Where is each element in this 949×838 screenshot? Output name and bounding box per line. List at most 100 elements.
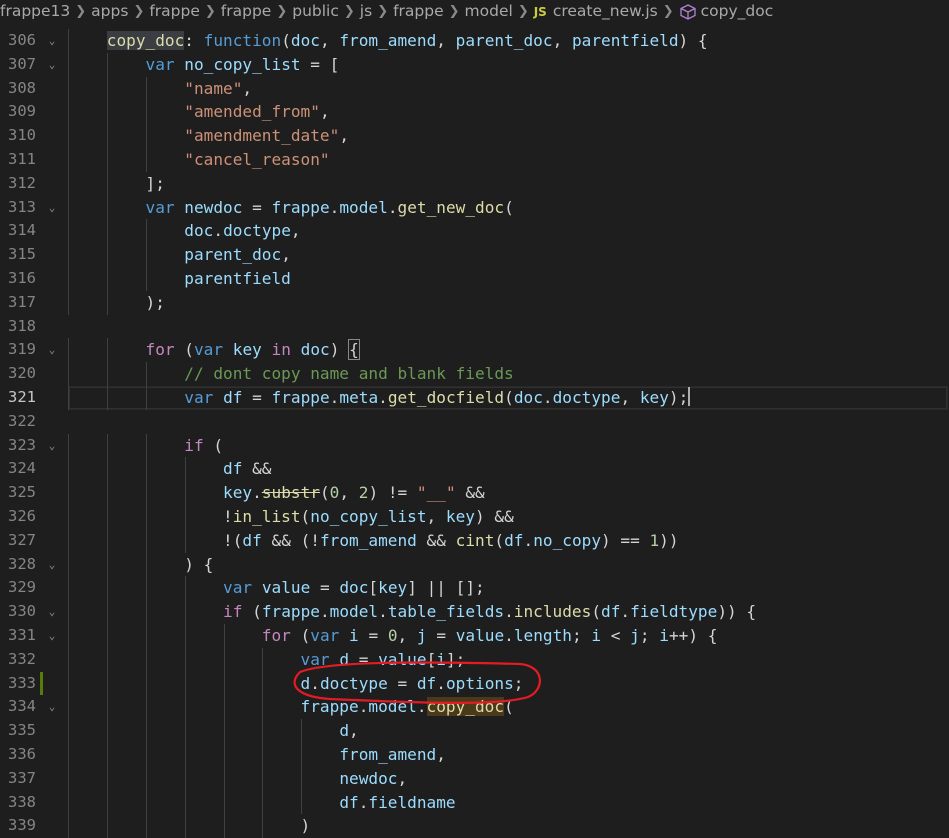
code-text: // dont copy name and blank fields [184, 364, 514, 384]
code-text: var d = value[i]; [300, 649, 466, 669]
line-number: 328 [8, 554, 36, 573]
code-text: "name", [184, 78, 253, 98]
code-text: key.substr(0, 2) != "__" && [223, 483, 485, 503]
code-text: for (var i = 0, j = value.length; i < j;… [261, 626, 718, 645]
fold-chevron-icon[interactable]: ⌄ [46, 695, 58, 719]
code-line[interactable]: 315 parent_doc, [0, 243, 949, 267]
chevron-right-icon: ❯ [343, 3, 355, 19]
code-line[interactable]: 331 ⌄ for (var i = 0, j = value.length; i… [0, 624, 949, 648]
breadcrumb-item[interactable]: frappe [393, 2, 444, 20]
code-text: frappe.model.copy_doc( [300, 697, 514, 717]
code-text: "amendment_date", [184, 126, 350, 146]
code-line[interactable]: 339 ) [0, 814, 949, 838]
code-line[interactable]: 318 [0, 315, 949, 339]
code-text: parent_doc, [184, 245, 291, 265]
js-file-icon: JS [533, 5, 547, 19]
fold-chevron-icon[interactable]: ⌄ [46, 600, 58, 624]
code-line[interactable]: 320 // dont copy name and blank fields [0, 362, 949, 386]
line-number: 317 [8, 292, 36, 311]
code-line[interactable]: 316 parentfield [0, 267, 949, 291]
chevron-right-icon: ❯ [448, 3, 460, 19]
code-text: "amended_from", [184, 102, 330, 122]
code-line[interactable]: 322 [0, 410, 949, 434]
line-number: 318 [8, 316, 36, 335]
code-line[interactable]: 336 from_amend, [0, 743, 949, 767]
line-number: 338 [8, 792, 36, 811]
code-line[interactable]: 330 ⌄ if (frappe.model.table_fields.inclu… [0, 600, 949, 624]
line-number: 307 [8, 54, 36, 73]
code-line[interactable]: 309 "amended_from", [0, 100, 949, 125]
line-number: 313 [8, 197, 36, 216]
breadcrumb-item[interactable]: js [360, 2, 372, 20]
fold-chevron-icon[interactable]: ⌄ [46, 553, 58, 577]
line-number: 327 [8, 530, 36, 549]
code-text: df && [223, 459, 272, 479]
code-line[interactable]: 323 ⌄ if ( [0, 433, 949, 458]
code-text: doc.doctype, [184, 221, 301, 241]
code-line[interactable]: 312 ]; [0, 171, 949, 196]
chevron-right-icon: ❯ [517, 3, 529, 19]
code-line[interactable]: 329 var value = doc[key] || []; [0, 576, 949, 601]
line-number: 312 [8, 173, 36, 192]
line-number: 314 [8, 221, 36, 240]
breadcrumb-symbol[interactable]: copy_doc [679, 2, 773, 20]
code-line[interactable]: 319 ⌄ for (var key in doc) { [0, 338, 949, 363]
code-line[interactable]: 325 key.substr(0, 2) != "__" && [0, 481, 949, 505]
code-line[interactable]: 321 var df = frappe.meta.get_docfield(do… [0, 386, 949, 410]
code-line[interactable]: 333 d.doctype = df.options; [0, 671, 949, 696]
fold-chevron-icon[interactable]: ⌄ [46, 338, 58, 362]
code-text: for (var key in doc) { [145, 339, 360, 361]
code-text: ) [68, 816, 311, 836]
git-modified-indicator [40, 671, 43, 696]
code-text: !(df && (!from_amend && cint(df.no_copy)… [68, 530, 679, 550]
code-text: "cancel_reason" [184, 150, 330, 169]
breadcrumb-item[interactable]: apps [91, 2, 128, 20]
line-number: 325 [8, 483, 36, 502]
method-cube-icon [679, 3, 696, 20]
code-line[interactable]: 328 ⌄ ) { [0, 552, 949, 577]
code-line[interactable]: 335 d, [0, 719, 949, 743]
code-line[interactable]: 326 !in_list(no_copy_list, key) && [0, 505, 949, 529]
code-text: var newdoc = frappe.model.get_new_doc( [145, 197, 514, 217]
code-text: d.doctype = df.options; [300, 673, 524, 693]
breadcrumb-item[interactable]: model [465, 2, 513, 20]
code-text: copy_doc: function(doc, from_amend, pare… [106, 31, 708, 50]
code-text: parentfield [184, 269, 291, 288]
code-line[interactable]: 314 doc.doctype, [0, 219, 949, 244]
code-editor[interactable]: 306 ⌄ copy_doc: function(doc, from_amend,… [0, 29, 949, 838]
fold-chevron-icon[interactable]: ⌄ [46, 53, 58, 77]
code-line[interactable]: 338 df.fieldname [0, 790, 949, 815]
breadcrumb-item[interactable]: frappe [221, 2, 272, 20]
line-number: 333 [8, 673, 36, 692]
breadcrumb-item[interactable]: frappe13 [0, 2, 70, 20]
code-text: d, [339, 721, 359, 741]
fold-chevron-icon[interactable]: ⌄ [46, 624, 58, 648]
fold-chevron-icon[interactable]: ⌄ [46, 29, 58, 53]
line-number: 316 [8, 269, 36, 287]
code-line[interactable]: 327 !(df && (!from_amend && cint(df.no_c… [0, 528, 949, 553]
line-number: 309 [8, 102, 36, 121]
code-text: if ( [184, 435, 224, 455]
code-line[interactable]: 308 "name", [0, 76, 949, 101]
code-line[interactable]: 317 ); [0, 290, 949, 315]
code-line[interactable]: 310 "amendment_date", [0, 124, 949, 148]
code-line[interactable]: 334 ⌄ frappe.model.copy_doc( [0, 695, 949, 720]
code-line[interactable]: 313 ⌄ var newdoc = frappe.model.get_new_d… [0, 195, 949, 220]
chevron-right-icon: ❯ [377, 3, 389, 19]
breadcrumb-item[interactable]: public [292, 2, 339, 20]
code-line[interactable]: 311 "cancel_reason" [0, 148, 949, 172]
code-line[interactable]: 332 var d = value[i]; [0, 647, 949, 672]
line-number: 339 [8, 816, 36, 835]
fold-chevron-icon[interactable]: ⌄ [46, 434, 58, 458]
breadcrumb-file[interactable]: JS create_new.js [534, 2, 658, 20]
fold-chevron-icon[interactable]: ⌄ [46, 196, 58, 220]
code-line[interactable]: 307 ⌄ var no_copy_list = [ [0, 52, 949, 77]
code-line[interactable]: 337 newdoc, [0, 766, 949, 791]
code-line[interactable]: 324 df && [0, 457, 949, 482]
breadcrumb-item[interactable]: frappe [149, 2, 200, 20]
text-cursor [688, 387, 691, 406]
code-line[interactable]: 306 ⌄ copy_doc: function(doc, from_amend,… [0, 29, 949, 53]
chevron-right-icon: ❯ [204, 3, 216, 19]
code-text: var value = doc[key] || []; [223, 578, 485, 598]
chevron-right-icon: ❯ [662, 3, 674, 19]
